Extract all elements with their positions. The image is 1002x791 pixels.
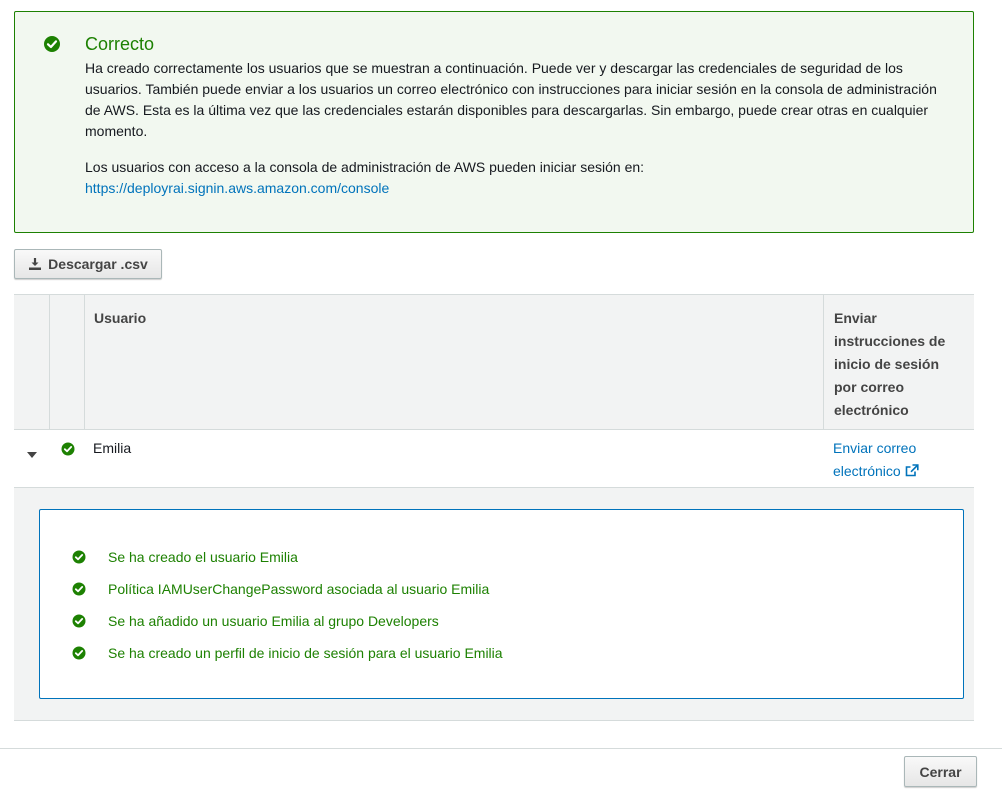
detail-text: Política IAMUserChangePassword asociada … — [108, 581, 490, 597]
send-email-link[interactable]: Enviar correo electrónico — [833, 437, 953, 484]
list-item: Se ha creado un perfil de inicio de sesi… — [72, 643, 503, 663]
alert-message: Ha creado correctamente los usuarios que… — [85, 60, 937, 139]
check-circle-icon — [43, 35, 61, 56]
external-link-icon — [905, 461, 919, 484]
check-circle-icon — [72, 614, 86, 628]
row-details-panel: Se ha creado el usuario Emilia Política … — [39, 509, 964, 699]
detail-text: Se ha creado el usuario Emilia — [108, 549, 298, 565]
download-icon — [28, 257, 42, 271]
success-alert: Correcto Ha creado correctamente los usu… — [14, 11, 974, 233]
table-row-user-name: Emilia — [93, 440, 132, 456]
alert-title: Correcto — [85, 34, 155, 54]
check-circle-icon — [72, 550, 86, 564]
check-circle-icon — [72, 646, 86, 660]
list-item: Se ha añadido un usuario Emilia al grupo… — [72, 611, 439, 631]
list-item: Política IAMUserChangePassword asociada … — [72, 579, 489, 599]
check-circle-icon — [72, 582, 86, 596]
detail-text: Se ha añadido un usuario Emilia al grupo… — [108, 613, 439, 629]
column-divider — [823, 295, 824, 430]
close-button[interactable]: Cerrar — [904, 756, 977, 787]
column-header-email-instructions: Enviar instrucciones de inicio de sesión… — [834, 310, 946, 418]
detail-text: Se ha creado un perfil de inicio de sesi… — [108, 645, 503, 661]
list-item: Se ha creado el usuario Emilia — [72, 547, 298, 567]
download-csv-label: Descargar .csv — [48, 256, 148, 272]
console-url-link[interactable]: https://deployrai.signin.aws.amazon.com/… — [85, 180, 389, 196]
expand-row-caret-icon[interactable] — [26, 446, 38, 462]
column-divider — [84, 295, 85, 430]
alert-console-text: Los usuarios con acceso a la consola de … — [85, 157, 943, 199]
column-divider — [49, 295, 50, 430]
download-csv-button[interactable]: Descargar .csv — [14, 249, 162, 279]
console-text: Los usuarios con acceso a la consola de … — [85, 159, 645, 175]
check-circle-icon — [61, 442, 75, 459]
column-header-user[interactable]: Usuario — [94, 307, 146, 330]
footer-divider — [0, 748, 1002, 749]
users-table-header: Usuario Enviar instrucciones de inicio d… — [14, 294, 974, 430]
